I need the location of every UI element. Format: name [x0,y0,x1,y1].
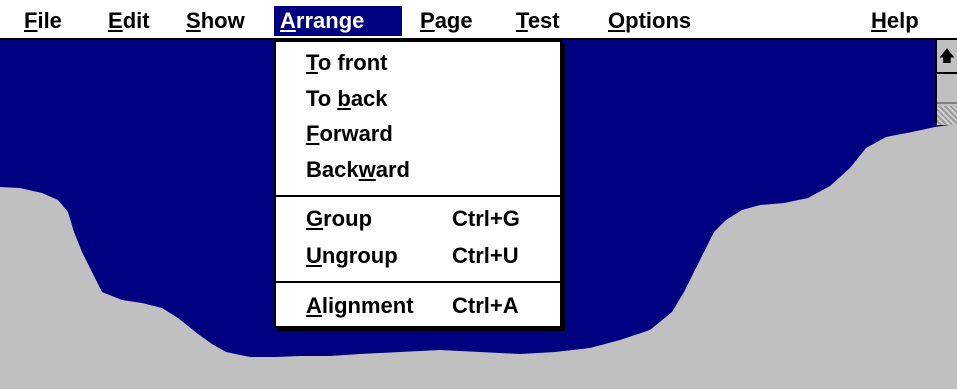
menu-item-alignment[interactable]: Alignment Ctrl+A [276,289,560,323]
menu-page[interactable]: Page [414,6,479,36]
arrange-dropdown: To front To back Forward Backward Group … [274,40,562,328]
shortcut-label: Ctrl+U [452,243,519,268]
menu-test[interactable]: Test [510,6,566,36]
menu-edit[interactable]: Edit [102,6,156,36]
menu-item-ungroup[interactable]: Ungroup Ctrl+U [276,239,560,273]
scroll-track[interactable] [937,106,957,125]
menu-bar: File Edit Show Arrange Page Test Options… [0,0,957,40]
menu-item-backward[interactable]: Backward [276,153,560,187]
menu-item-forward[interactable]: Forward [276,117,560,151]
menu-item-group[interactable]: Group Ctrl+G [276,202,560,236]
menu-arrange[interactable]: Arrange [274,6,402,36]
menu-item-to-back[interactable]: To back [276,82,560,116]
menu-separator [276,281,560,283]
vertical-scrollbar[interactable]: 🡅 [935,40,957,125]
shortcut-label: Ctrl+A [452,293,519,318]
shortcut-label: Ctrl+G [452,206,520,231]
menu-item-to-front[interactable]: To front [276,46,560,80]
menu-separator [276,195,560,197]
menu-show[interactable]: Show [180,6,251,36]
menu-file[interactable]: File [18,6,68,36]
scroll-thumb[interactable] [937,76,957,104]
menu-help[interactable]: Help [865,6,925,36]
scroll-up-arrow-icon[interactable]: 🡅 [937,40,957,74]
menu-options[interactable]: Options [602,6,697,36]
